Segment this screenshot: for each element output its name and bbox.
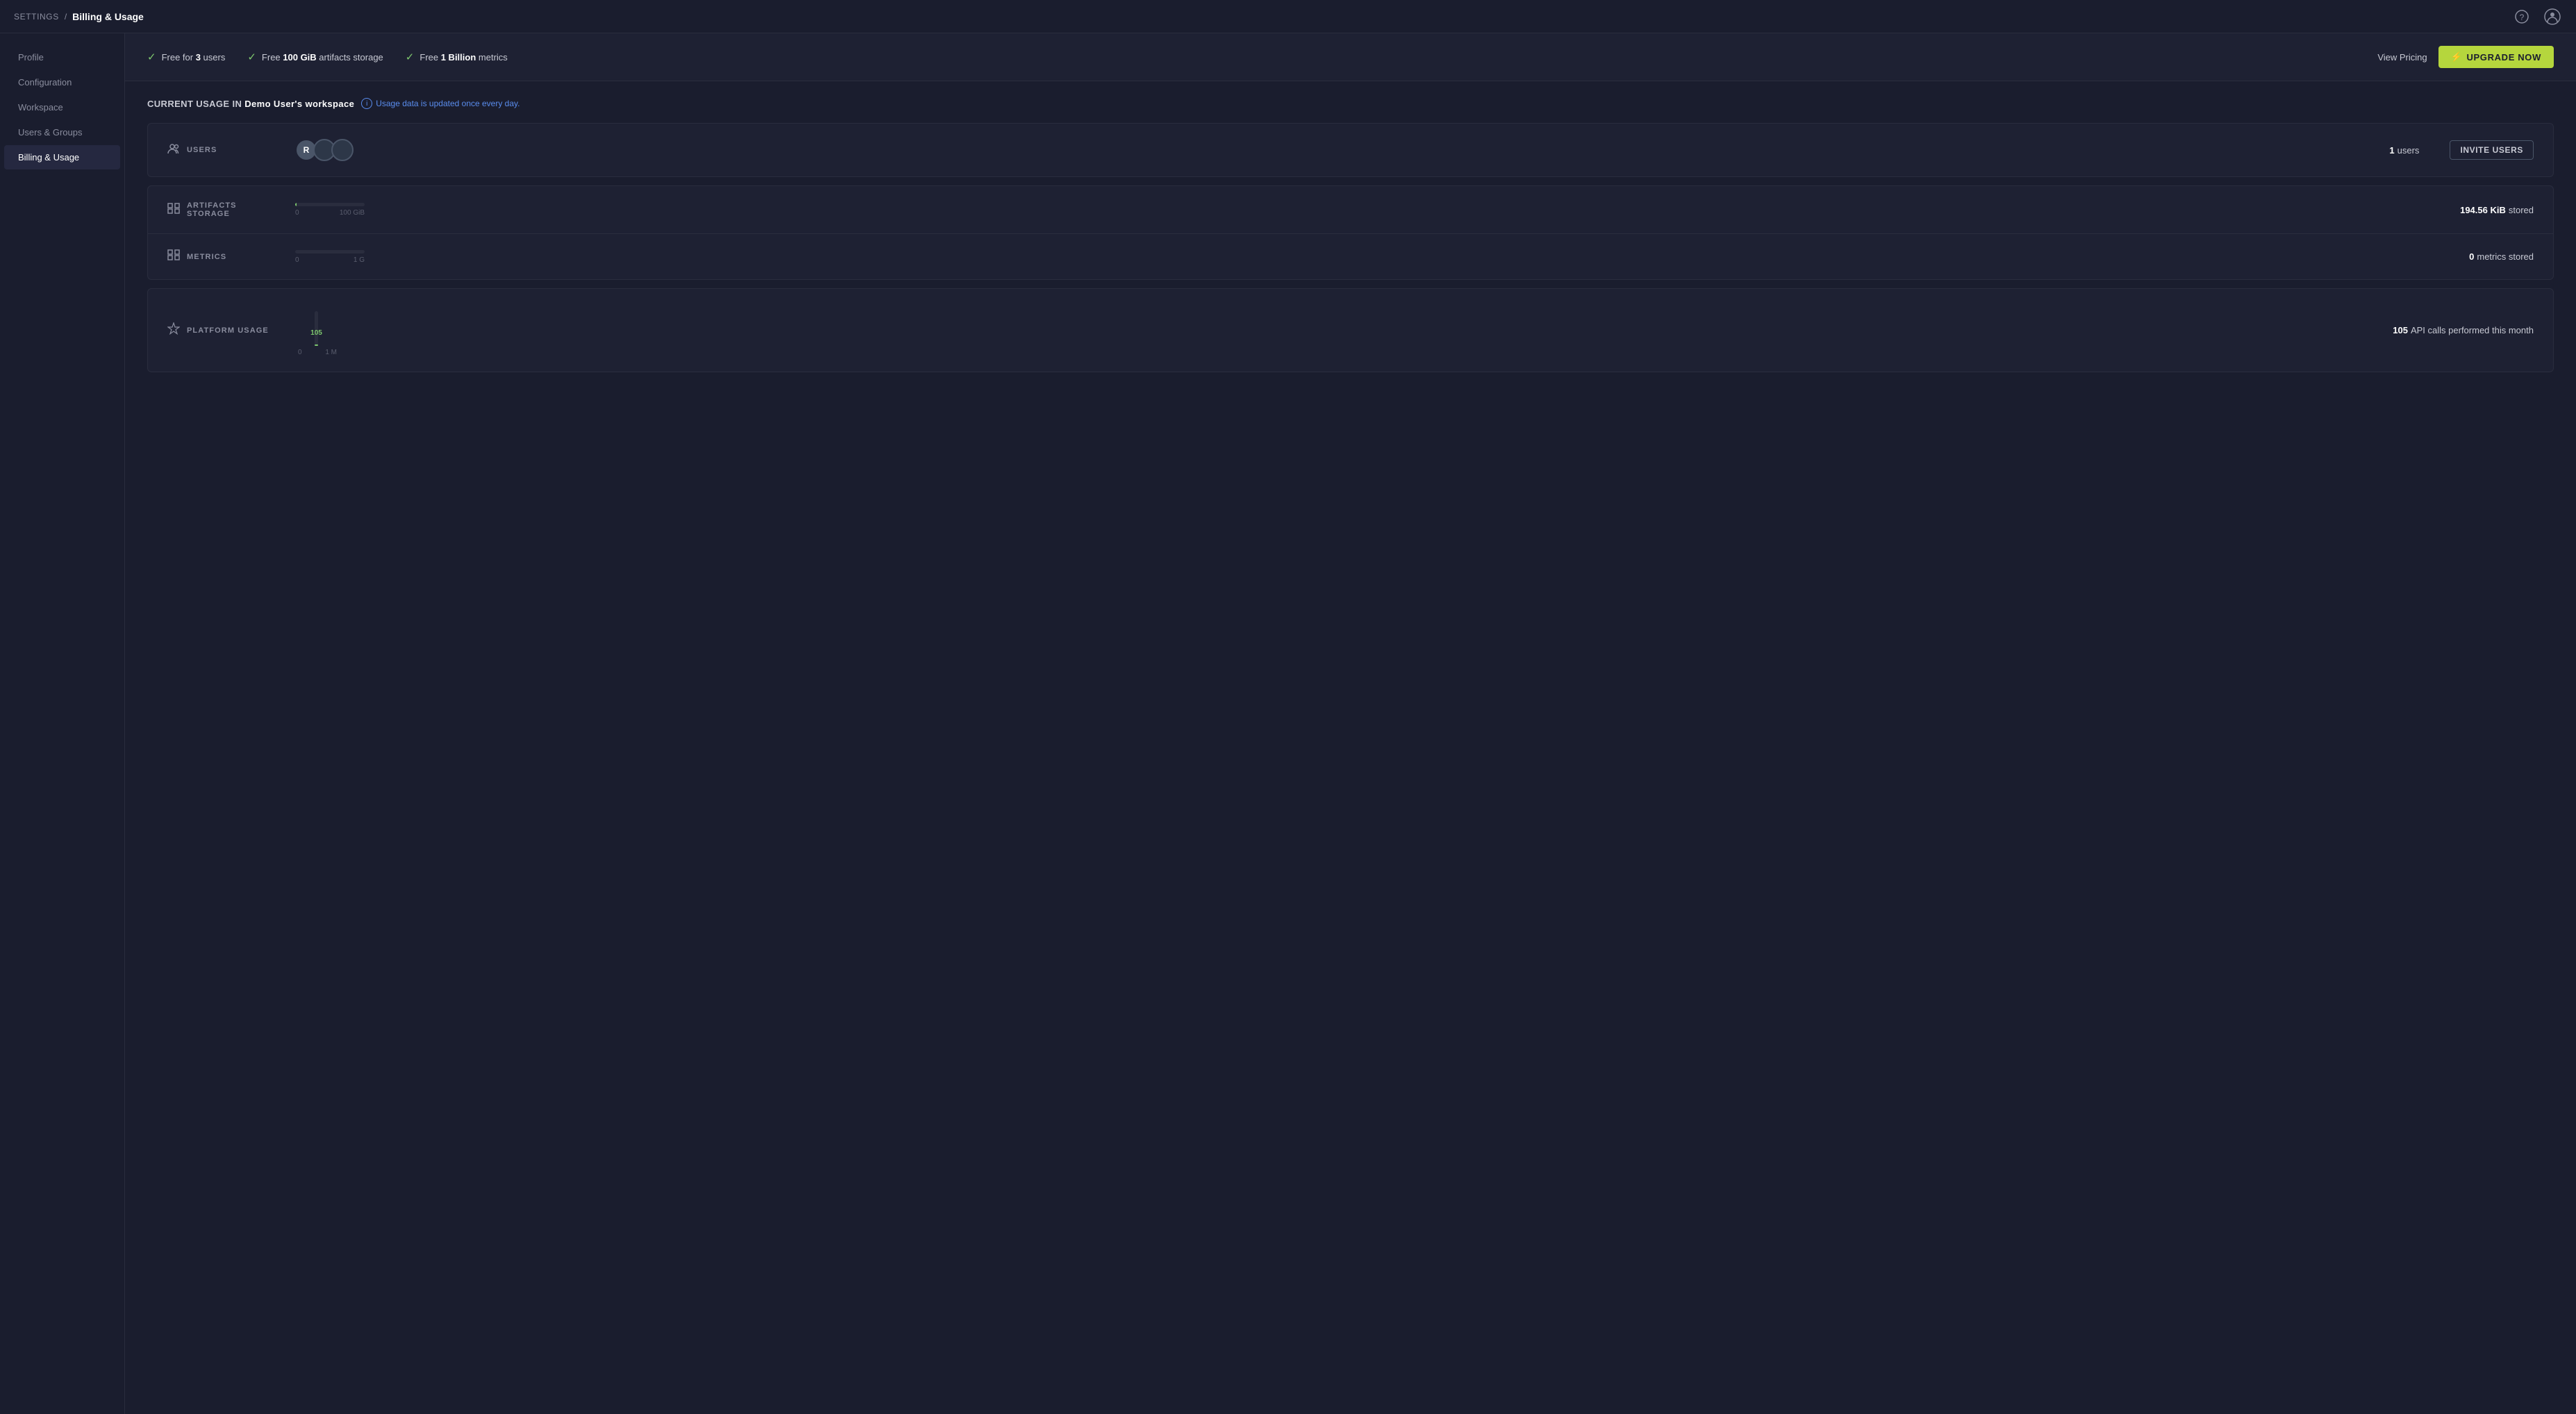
breadcrumb-separator: / <box>65 12 67 22</box>
artifacts-bar-max: 100 GiB <box>340 209 365 217</box>
metrics-icon <box>167 249 180 264</box>
sidebar-item-workspace[interactable]: Workspace <box>4 95 120 119</box>
sidebar-item-configuration[interactable]: Configuration <box>4 70 120 94</box>
promo-item-storage: ✓ Free 100 GiB artifacts storage <box>247 51 383 63</box>
platform-row: PLATFORM USAGE 105 0 1 M <box>148 289 2553 372</box>
platform-bar-value-label: 105 <box>310 329 322 337</box>
settings-link[interactable]: SETTINGS <box>14 12 59 22</box>
user-avatar[interactable] <box>2543 7 2562 26</box>
platform-label: PLATFORM USAGE <box>167 322 279 338</box>
topbar-icons: ? <box>2512 7 2562 26</box>
info-text: Usage data is updated once every day. <box>376 99 520 108</box>
sidebar-item-billing-usage[interactable]: Billing & Usage <box>4 145 120 169</box>
avatar-group: R <box>295 139 365 161</box>
section-title: CURRENT USAGE IN Demo User's workspace <box>147 99 354 109</box>
promo-banner: ✓ Free for 3 users ✓ Free 100 GiB artifa… <box>125 33 2576 81</box>
users-stat: 1 users <box>2389 145 2419 156</box>
storage-metrics-card: ARTIFACTS STORAGE 0 100 GiB 194.56 KiB <box>147 185 2554 280</box>
platform-unit: API calls performed this month <box>2411 325 2534 335</box>
content-area: CURRENT USAGE IN Demo User's workspace i… <box>125 81 2576 397</box>
platform-axis: 0 1 M <box>298 349 337 356</box>
avatar-placeholder-2 <box>331 139 354 161</box>
platform-bar-min: 0 <box>298 349 302 356</box>
promo-item-metrics: ✓ Free 1 Billion metrics <box>406 51 508 63</box>
artifacts-icon <box>167 203 180 217</box>
section-info: i Usage data is updated once every day. <box>361 98 520 109</box>
sidebar-item-label: Configuration <box>18 77 72 88</box>
check-icon-1: ✓ <box>147 51 156 63</box>
topbar: SETTINGS / Billing & Usage ? <box>0 0 2576 33</box>
sidebar-item-profile[interactable]: Profile <box>4 45 120 69</box>
platform-bar-track: 105 <box>315 311 318 346</box>
users-row: USERS R 1 users INVITE USERS <box>148 124 2553 176</box>
check-icon-3: ✓ <box>406 51 415 63</box>
metrics-label: METRICS <box>167 249 279 264</box>
upgrade-now-button[interactable]: ⚡ UPGRADE NOW <box>2438 46 2554 68</box>
platform-card: PLATFORM USAGE 105 0 1 M <box>147 288 2554 372</box>
platform-bar-fill <box>315 344 318 346</box>
users-label-text: USERS <box>187 146 217 154</box>
platform-stat: 105 API calls performed this month <box>2393 325 2534 335</box>
users-unit: users <box>2398 145 2420 156</box>
artifacts-stat: 194.56 KiB stored <box>2460 205 2534 215</box>
section-header: CURRENT USAGE IN Demo User's workspace i… <box>147 98 2554 109</box>
sidebar: Profile Configuration Workspace Users & … <box>0 33 125 1414</box>
help-icon[interactable]: ? <box>2512 7 2532 26</box>
promo-text-2: Free 100 GiB artifacts storage <box>262 52 383 63</box>
users-label: USERS <box>167 143 279 158</box>
sidebar-item-label: Workspace <box>18 102 63 113</box>
users-card: USERS R 1 users INVITE USERS <box>147 123 2554 177</box>
artifacts-label-text: ARTIFACTS STORAGE <box>187 201 279 218</box>
invite-users-button[interactable]: INVITE USERS <box>2450 140 2534 160</box>
promo-text-3: Free 1 Billion metrics <box>419 52 507 63</box>
promo-text-1: Free for 3 users <box>162 52 226 63</box>
metrics-bar-track <box>295 250 365 253</box>
platform-bar-max: 1 M <box>325 349 337 356</box>
users-icon <box>167 143 180 158</box>
metrics-bar-max: 1 G <box>354 256 365 264</box>
promo-actions: View Pricing ⚡ UPGRADE NOW <box>2377 46 2554 68</box>
artifacts-bar-area: 0 100 GiB <box>295 203 365 217</box>
promo-item-users: ✓ Free for 3 users <box>147 51 225 63</box>
upgrade-label: UPGRADE NOW <box>2466 52 2541 63</box>
sidebar-item-users-groups[interactable]: Users & Groups <box>4 120 120 144</box>
metrics-bar-area: 0 1 G <box>295 250 365 264</box>
artifacts-row: ARTIFACTS STORAGE 0 100 GiB 194.56 KiB <box>148 186 2553 234</box>
sidebar-item-label: Profile <box>18 52 44 63</box>
artifacts-label: ARTIFACTS STORAGE <box>167 201 279 218</box>
sidebar-item-label: Billing & Usage <box>18 152 79 163</box>
artifacts-value: 194.56 KiB <box>2460 205 2506 215</box>
artifacts-unit: stored <box>2509 205 2534 215</box>
page-title: Billing & Usage <box>72 11 144 22</box>
metrics-unit: metrics stored <box>2477 251 2534 262</box>
artifacts-bar-fill <box>295 203 297 206</box>
lightning-icon: ⚡ <box>2451 51 2463 63</box>
check-icon-2: ✓ <box>247 51 256 63</box>
platform-value: 105 <box>2393 325 2408 335</box>
users-count: 1 <box>2389 145 2394 156</box>
platform-bar-container: 105 0 1 M <box>295 311 351 356</box>
main-content: ✓ Free for 3 users ✓ Free 100 GiB artifa… <box>125 33 2576 1414</box>
svg-text:?: ? <box>2520 13 2525 22</box>
sidebar-item-label: Users & Groups <box>18 127 82 138</box>
artifacts-bar-track <box>295 203 365 206</box>
platform-label-text: PLATFORM USAGE <box>187 326 269 335</box>
metrics-stat: 0 metrics stored <box>2469 251 2534 262</box>
metrics-bar-labels: 0 1 G <box>295 256 365 264</box>
platform-icon <box>167 322 180 338</box>
view-pricing-button[interactable]: View Pricing <box>2377 52 2427 63</box>
metrics-value: 0 <box>2469 251 2474 262</box>
metrics-row: METRICS 0 1 G 0 metrics stored <box>148 234 2553 279</box>
metrics-label-text: METRICS <box>187 253 226 261</box>
info-icon: i <box>361 98 372 109</box>
artifacts-bar-min: 0 <box>295 209 299 217</box>
layout: Profile Configuration Workspace Users & … <box>0 33 2576 1414</box>
metrics-bar-min: 0 <box>295 256 299 264</box>
artifacts-bar-labels: 0 100 GiB <box>295 209 365 217</box>
